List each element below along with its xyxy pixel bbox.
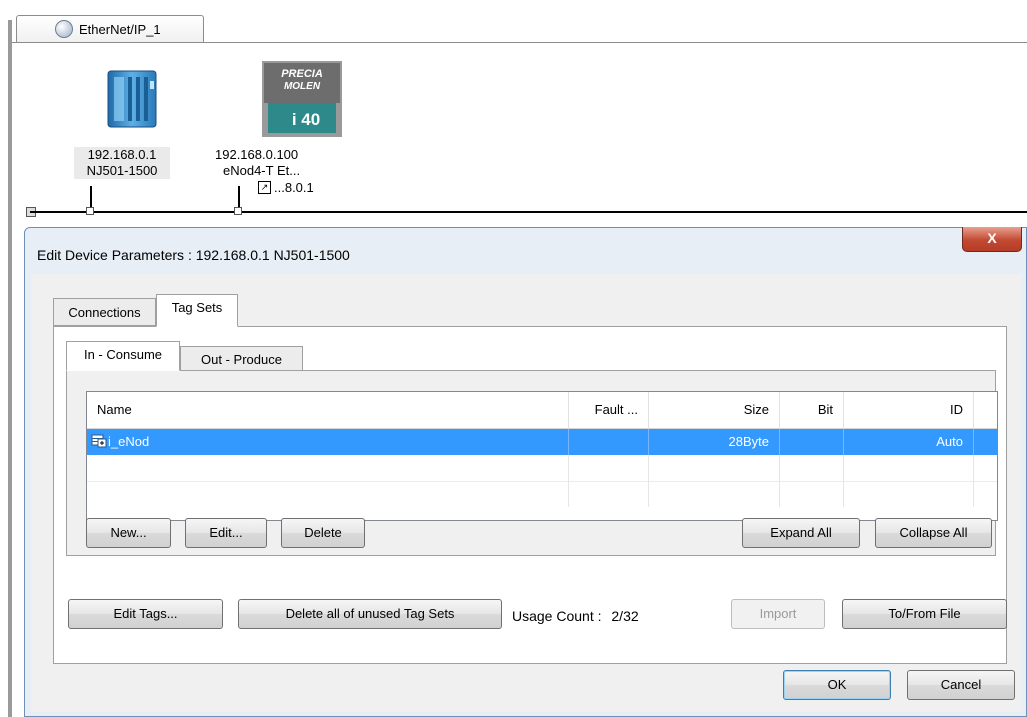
tab-label: EtherNet/IP_1	[79, 21, 161, 37]
cell-id: Auto	[844, 429, 974, 455]
cell-name[interactable]: i_eNod	[87, 429, 569, 455]
new-tag-set-button[interactable]: New...	[86, 518, 171, 548]
empty-cell	[87, 481, 569, 507]
column-header-name[interactable]: Name	[87, 392, 569, 428]
cell-fault	[569, 429, 649, 455]
plc-bus-node	[86, 207, 94, 215]
edit-tags-button[interactable]: Edit Tags...	[68, 599, 223, 629]
enod4-device-label[interactable]: 192.168.0.100 eNod4-T Et...	[215, 147, 345, 179]
empty-cell	[649, 481, 780, 507]
network-globe-icon	[55, 20, 73, 38]
tab-in-consume[interactable]: In - Consume	[66, 341, 180, 371]
logo-text-i40: i 40	[292, 110, 320, 129]
tag-set-icon[interactable]	[91, 434, 107, 448]
plc-device-icon[interactable]	[106, 67, 158, 131]
cell-bit	[780, 429, 844, 455]
import-button[interactable]: Import	[731, 599, 825, 629]
empty-cell	[780, 455, 844, 481]
empty-cell	[649, 455, 780, 481]
plc-name: NJ501-1500	[74, 163, 170, 179]
enod4-ip: 192.168.0.100	[215, 147, 299, 162]
tab-strip-divider	[12, 42, 1027, 43]
enod4-target-link[interactable]: ↗ ...8.0.1	[258, 180, 314, 195]
empty-cell	[844, 455, 974, 481]
plc-ip: 192.168.0.1	[74, 147, 170, 163]
collapse-all-button[interactable]: Collapse All	[875, 518, 992, 548]
edit-tag-set-button[interactable]: Edit...	[185, 518, 267, 548]
empty-cell	[844, 481, 974, 507]
shortcut-arrow-icon: ↗	[258, 181, 271, 194]
to-from-file-button[interactable]: To/From File	[842, 599, 1007, 629]
delete-unused-tag-sets-button[interactable]: Delete all of unused Tag Sets	[238, 599, 502, 629]
in-consume-panel: Name Fault ... Size Bit ID i_eNod 28Byte…	[66, 370, 998, 556]
empty-row	[87, 481, 997, 507]
enod4-device-icon[interactable]: PRECIA MOLEN i 40	[262, 61, 342, 137]
empty-cell	[569, 455, 649, 481]
cell-size: 28Byte	[649, 429, 780, 455]
enod4-name: eNod4-T Et...	[223, 163, 301, 178]
plc-device-label[interactable]: 192.168.0.1 NJ501-1500	[74, 147, 170, 179]
table-header: Name Fault ... Size Bit ID	[87, 392, 997, 429]
usage-count-value: 2/32	[611, 608, 639, 624]
cancel-button[interactable]: Cancel	[907, 670, 1015, 700]
column-header-bit[interactable]: Bit	[780, 392, 844, 428]
delete-tag-set-button[interactable]: Delete	[281, 518, 365, 548]
empty-cell	[87, 455, 569, 481]
table-row[interactable]: i_eNod 28Byte Auto	[87, 429, 997, 455]
close-button[interactable]: X	[962, 227, 1022, 252]
enod4-sub-label: ...8.0.1	[274, 180, 314, 195]
enod4-bus-node	[234, 207, 242, 215]
usage-count-label: Usage Count :	[512, 608, 602, 624]
column-header-filler	[974, 392, 997, 428]
ethernet-bus-line	[30, 211, 1027, 213]
tab-ethernet-ip[interactable]: EtherNet/IP_1	[16, 15, 204, 42]
column-header-fault[interactable]: Fault ...	[569, 392, 649, 428]
logo-text-precia: PRECIA	[281, 68, 323, 80]
tag-set-table[interactable]: Name Fault ... Size Bit ID i_eNod 28Byte…	[86, 391, 998, 521]
tag-set-name: i_eNod	[108, 434, 150, 449]
dialog-title: Edit Device Parameters : 192.168.0.1 NJ5…	[37, 247, 350, 263]
empty-cell	[780, 481, 844, 507]
tab-out-produce[interactable]: Out - Produce	[180, 346, 303, 372]
dialog-body: Connections Tag Sets In - Consume Out - …	[31, 274, 1022, 712]
tab-tag-sets[interactable]: Tag Sets	[156, 294, 238, 327]
usage-count: Usage Count : 2/32	[512, 608, 639, 624]
cell-filler	[974, 429, 997, 455]
column-header-id[interactable]: ID	[844, 392, 974, 428]
tab-connections[interactable]: Connections	[53, 298, 156, 326]
empty-cell	[569, 481, 649, 507]
edit-device-parameters-dialog: Edit Device Parameters : 192.168.0.1 NJ5…	[24, 227, 1027, 717]
expand-all-button[interactable]: Expand All	[742, 518, 860, 548]
column-header-size[interactable]: Size	[649, 392, 780, 428]
logo-text-molen: MOLEN	[284, 81, 321, 92]
empty-row	[87, 455, 997, 482]
ok-button[interactable]: OK	[783, 670, 891, 700]
left-panel-border	[8, 20, 12, 717]
